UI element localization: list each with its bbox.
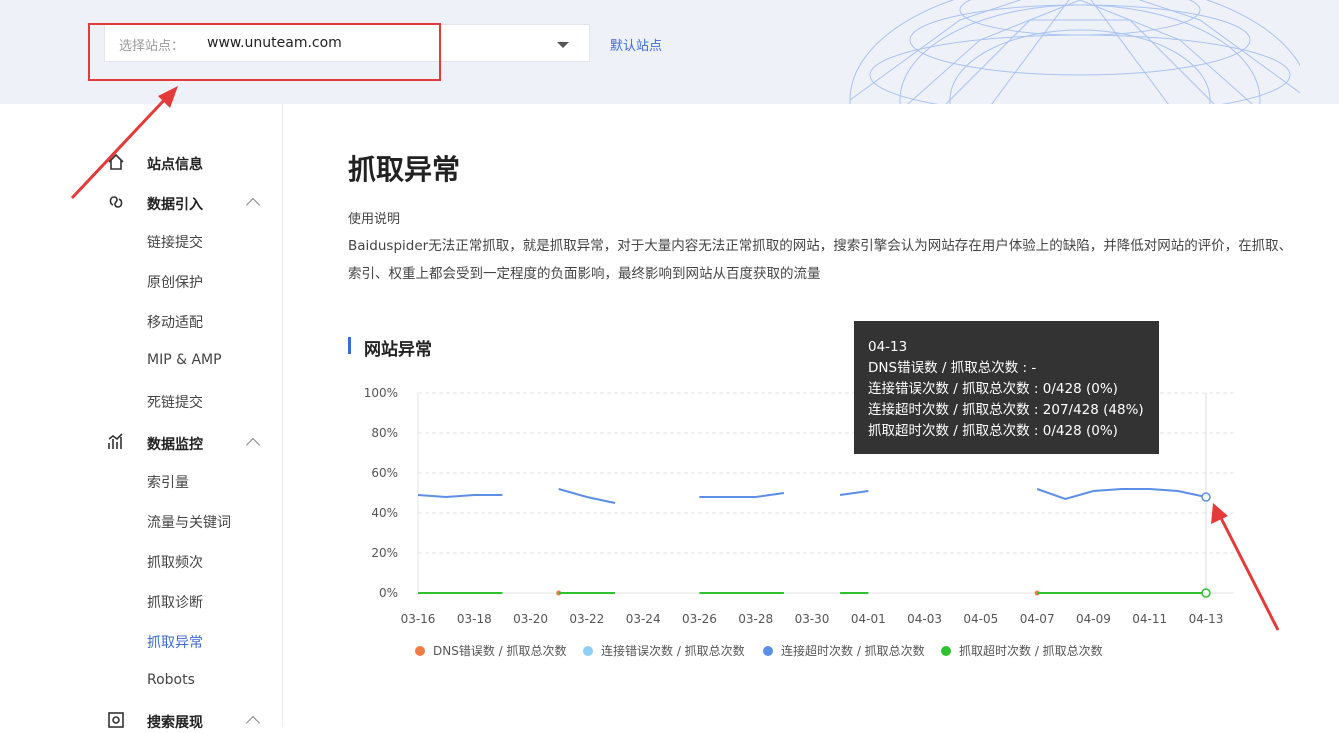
legend-label[interactable]: 连接错误次数 / 抓取总次数 [601, 643, 745, 658]
chevron-up-icon[interactable] [245, 715, 261, 731]
x-tick-label: 04-13 [1189, 612, 1224, 626]
sidebar-item-crawl-errors[interactable]: 抓取异常 [147, 632, 203, 652]
default-site-link[interactable]: 默认站点 [610, 35, 662, 54]
legend-swatch [583, 646, 593, 656]
x-tick-label: 04-09 [1076, 612, 1111, 626]
x-tick-label: 03-26 [682, 612, 717, 626]
legend-label[interactable]: 抓取超时次数 / 抓取总次数 [959, 643, 1103, 658]
highlight-point[interactable] [1201, 588, 1211, 598]
monitor-icon [107, 433, 125, 455]
globe-decoration-icon [849, 0, 1300, 104]
y-tick-label: 80% [371, 426, 398, 440]
chevron-up-icon[interactable] [245, 197, 261, 213]
series-line [417, 494, 503, 499]
y-tick-label: 0% [379, 586, 398, 600]
chevron-up-icon[interactable] [245, 437, 261, 453]
x-tick-label: 04-01 [851, 612, 886, 626]
sidebar-item-deadlink-submit[interactable]: 死链提交 [147, 392, 203, 412]
page-title: 抓取异常 [348, 153, 461, 186]
sidebar-item-robots[interactable]: Robots [147, 672, 195, 688]
tooltip-line: 抓取超时次数 / 抓取总次数 : 0/428 (0%) [868, 423, 1118, 439]
series-line [1036, 488, 1207, 501]
section-accent-bar [348, 337, 351, 354]
legend-label[interactable]: DNS错误数 / 抓取总次数 [433, 643, 567, 658]
y-tick-label: 100% [364, 386, 398, 400]
x-tick-label: 03-28 [738, 612, 773, 626]
sidebar-item-mip-amp[interactable]: MIP & AMP [147, 352, 222, 368]
x-tick-label: 04-03 [907, 612, 942, 626]
page-description: Baiduspider无法正常抓取，就是抓取异常，对于大量内容无法正常抓取的网站… [348, 238, 1293, 282]
legend-swatch [763, 646, 773, 656]
x-tick-label: 03-16 [401, 612, 436, 626]
sidebar-item-mobile-adapt[interactable]: 移动适配 [147, 312, 203, 332]
x-tick-label: 04-07 [1020, 612, 1055, 626]
highlight-point[interactable] [1201, 492, 1211, 502]
series-line [558, 488, 616, 504]
x-tick-label: 03-30 [795, 612, 830, 626]
chart-tooltip: 04-13 DNS错误数 / 抓取总次数 : - 连接错误次数 / 抓取总次数 … [854, 321, 1159, 454]
x-tick-label: 03-22 [569, 612, 604, 626]
tooltip-line: 连接超时次数 / 抓取总次数 : 207/428 (48%) [868, 402, 1144, 418]
chevron-down-icon[interactable] [557, 42, 569, 48]
y-tick-label: 60% [371, 466, 398, 480]
sidebar-group-search-display[interactable]: 搜索展现 [147, 712, 203, 732]
tooltip-date: 04-13 [868, 339, 908, 355]
home-icon [107, 153, 125, 175]
tooltip-line: DNS错误数 / 抓取总次数 : - [868, 360, 1037, 376]
x-tick-label: 03-20 [513, 612, 548, 626]
legend-label[interactable]: 连接超时次数 / 抓取总次数 [781, 643, 925, 658]
sidebar-group-data-monitor[interactable]: 数据监控 [147, 434, 203, 454]
sidebar-group-site-info[interactable]: 站点信息 [147, 154, 203, 174]
sidebar-item-index-volume[interactable]: 索引量 [147, 472, 189, 492]
legend-swatch [415, 646, 425, 656]
x-tick-label: 04-05 [963, 612, 998, 626]
series-line [699, 492, 785, 498]
sidebar-item-link-submit[interactable]: 链接提交 [147, 232, 203, 252]
x-tick-label: 03-18 [457, 612, 492, 626]
link-icon [107, 193, 125, 215]
sidebar-item-original-protect[interactable]: 原创保护 [147, 272, 203, 292]
sidebar: 站点信息 数据引入 链接提交 原创保护 移动适配 MIP & AMP 死链提交 … [0, 104, 283, 731]
y-tick-label: 20% [371, 546, 398, 560]
tooltip-line: 连接错误次数 / 抓取总次数 : 0/428 (0%) [868, 381, 1118, 397]
series-line [839, 490, 869, 496]
annotation-box [88, 23, 441, 81]
section-title: 网站异常 [364, 340, 432, 360]
search-display-icon [107, 711, 125, 733]
x-tick-label: 03-24 [626, 612, 661, 626]
sidebar-group-data-import[interactable]: 数据引入 [147, 194, 203, 214]
sidebar-item-crawl-diagnosis[interactable]: 抓取诊断 [147, 592, 203, 612]
y-tick-label: 40% [371, 506, 398, 520]
sidebar-item-traffic-keywords[interactable]: 流量与关键词 [147, 512, 231, 532]
usage-label: 使用说明 [348, 212, 401, 227]
sidebar-item-crawl-frequency[interactable]: 抓取频次 [147, 552, 203, 572]
x-tick-label: 04-11 [1132, 612, 1167, 626]
legend-swatch [941, 646, 951, 656]
